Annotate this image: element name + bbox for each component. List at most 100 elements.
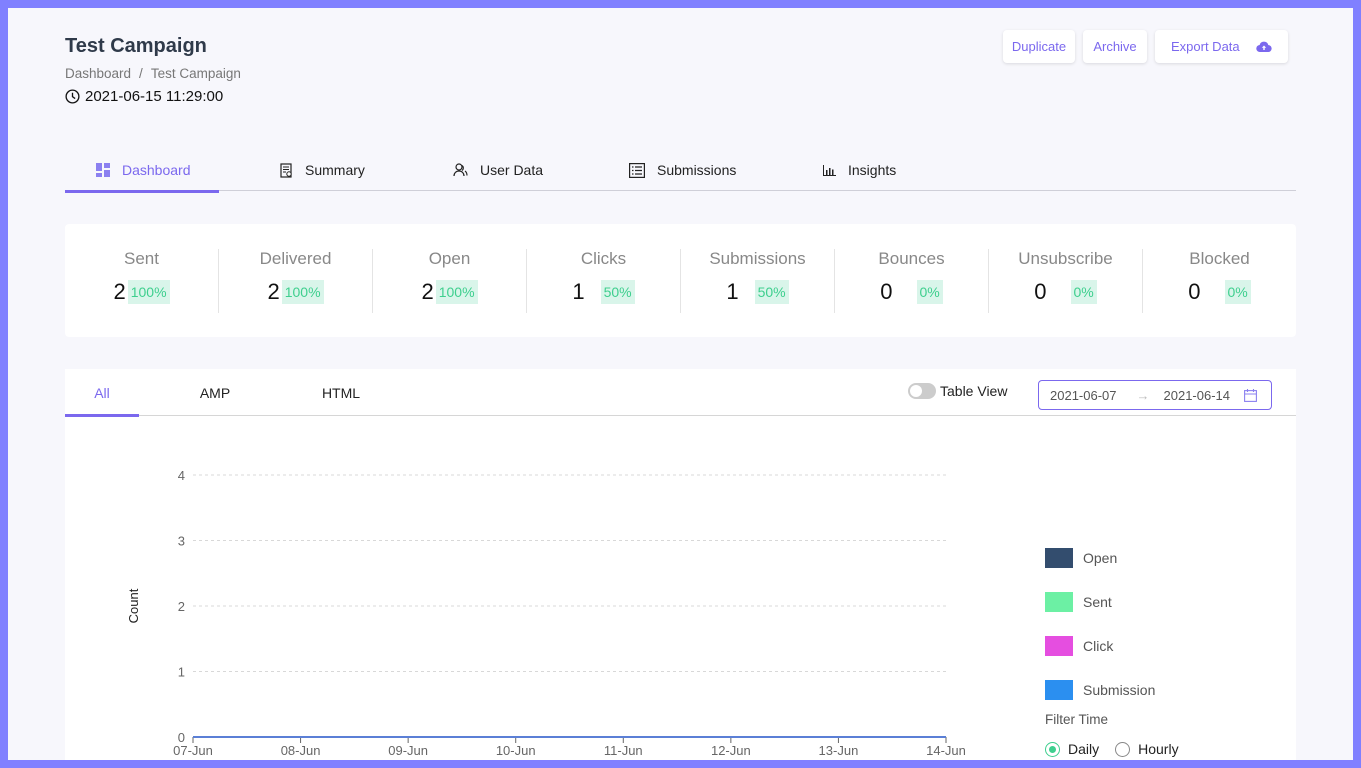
toggle-knob [910, 385, 922, 397]
channel-tabs: All AMP HTML Table View 2021-06-07 → 202… [65, 369, 1296, 417]
chart-legend: Open Sent Click Submission [1045, 536, 1155, 712]
stat-label: Bounces [878, 248, 945, 268]
bar-chart-icon [823, 164, 836, 176]
stat-value: 2 [113, 278, 126, 304]
x-axis-label: Date Range [535, 757, 604, 760]
table-view-control: Table View [908, 383, 1007, 399]
stats-card: Sent 2 100% Delivered 2 100% Open 2 100% Cl… [65, 224, 1296, 337]
app-frame: Test Campaign Dashboard / Test Campaign 20… [8, 8, 1353, 760]
radio-daily[interactable] [1045, 741, 1060, 757]
subtab-html[interactable]: HTML [313, 369, 369, 416]
calendar-icon [1244, 388, 1257, 402]
stat-percent-badge: 0% [1070, 279, 1097, 304]
legend-item-submission[interactable]: Submission [1045, 668, 1155, 712]
date-range-picker[interactable]: 2021-06-07 → 2021-06-14 [1038, 380, 1272, 410]
x-tick-label: 13-Jun [819, 743, 859, 758]
stat-percent-badge: 100% [435, 279, 478, 304]
legend-swatch [1045, 680, 1073, 700]
subtab-amp[interactable]: AMP [190, 369, 240, 416]
legend-item-open[interactable]: Open [1045, 536, 1155, 580]
breadcrumb: Dashboard / Test Campaign [65, 66, 241, 81]
stat-blocked: Blocked 0 0% [1143, 249, 1296, 313]
date-arrow-icon: → [1136, 387, 1150, 403]
stat-percent-badge: 50% [754, 279, 789, 304]
stat-value: 1 [726, 278, 739, 304]
timestamp-text: 2021-06-15 11:29:00 [85, 88, 224, 105]
stat-percent-badge: 0% [916, 279, 943, 304]
tab-submissions[interactable]: Submissions [629, 149, 736, 191]
export-data-label: Export Data [1171, 39, 1240, 54]
stat-label: Sent [124, 248, 159, 268]
breadcrumb-dashboard[interactable]: Dashboard [65, 66, 131, 81]
stat-label: Open [428, 248, 471, 268]
stat-clicks: Clicks 1 50% [527, 248, 681, 313]
legend-item-click[interactable]: Click [1045, 624, 1155, 668]
legend-swatch [1045, 636, 1073, 656]
list-icon [629, 162, 645, 178]
tab-summary[interactable]: Summary [280, 149, 365, 191]
tab-label: Submissions [657, 162, 737, 178]
date-end[interactable]: 2021-06-14 [1164, 388, 1231, 403]
y-axis-label: Count [126, 588, 141, 623]
radio-daily-label: Daily [1068, 741, 1100, 757]
x-tick-label: 11-Jun [604, 743, 643, 758]
x-tick-label: 12-Jun [711, 743, 751, 758]
tab-dashboard[interactable]: Dashboard [65, 149, 219, 193]
legend-label: Submission [1083, 682, 1156, 698]
tab-label: Insights [848, 162, 897, 178]
stat-value: 2 [267, 278, 280, 304]
stat-submissions: Submissions 1 50% [681, 248, 835, 313]
stat-label: Clicks [580, 248, 627, 268]
y-tick-label: 4 [178, 468, 185, 483]
stat-sent: Sent 2 100% [65, 248, 219, 313]
tab-label: User Data [480, 162, 544, 178]
stat-delivered: Delivered 2 100% [219, 248, 373, 313]
stat-bounces: Bounces 0 0% [835, 248, 989, 313]
legend-label: Click [1083, 638, 1114, 654]
y-tick-label: 2 [178, 599, 185, 614]
table-view-toggle[interactable] [908, 383, 936, 399]
filter-time-label: Filter Time [1045, 712, 1109, 727]
breadcrumb-separator: / [139, 66, 143, 81]
x-tick-label: 09-Jun [388, 743, 428, 758]
dashboard-grid-icon [96, 163, 110, 177]
x-tick-label: 14-Jun [926, 743, 966, 758]
tab-user-data[interactable]: User Data [453, 149, 543, 191]
stat-percent-badge: 100% [281, 279, 324, 304]
breadcrumb-current: Test Campaign [150, 66, 241, 81]
tab-label: Summary [305, 162, 365, 178]
stat-value: 2 [421, 278, 434, 304]
stat-value: 0 [880, 278, 893, 304]
stat-label: Submissions [709, 248, 806, 268]
duplicate-button[interactable]: Duplicate [1003, 30, 1075, 63]
stat-label: Delivered [259, 248, 332, 268]
stat-percent-badge: 100% [127, 279, 170, 304]
stat-value: 1 [572, 278, 585, 304]
stat-value: 0 [1034, 278, 1047, 304]
subtab-all[interactable]: All [65, 369, 139, 417]
export-data-button[interactable]: Export Data [1155, 30, 1288, 63]
summary-doc-icon [280, 162, 292, 178]
line-chart: 0123407-Jun 08-Jun 09-Jun 10-Jun 11-Jun 12-Ju… [126, 468, 966, 760]
radio-hourly[interactable] [1115, 741, 1131, 757]
table-view-label: Table View [940, 383, 1008, 399]
stat-unsubscribe: Unsubscribe 0 0% [989, 248, 1143, 313]
y-tick-label: 3 [178, 534, 185, 549]
legend-item-sent[interactable]: Sent [1045, 580, 1155, 624]
stat-label: Blocked [1189, 248, 1250, 268]
archive-button[interactable]: Archive [1083, 30, 1147, 63]
legend-swatch [1045, 548, 1073, 568]
tab-insights[interactable]: Insights [823, 149, 896, 191]
x-tick-label: 10-Jun [496, 743, 536, 758]
x-tick-label: 08-Jun [281, 743, 321, 758]
stat-open: Open 2 100% [373, 248, 527, 313]
legend-label: Sent [1083, 594, 1112, 610]
legend-swatch [1045, 592, 1073, 612]
radio-hourly-label: Hourly [1138, 741, 1179, 757]
stat-percent-badge: 0% [1224, 279, 1251, 304]
date-start[interactable]: 2021-06-07 [1050, 388, 1117, 403]
y-tick-label: 1 [178, 665, 185, 680]
cloud-upload-icon [1255, 41, 1272, 52]
filter-time-radios: Daily Hourly [1045, 741, 1179, 757]
main-tabs: Dashboard Summary User Data Submissions … [65, 149, 1296, 193]
